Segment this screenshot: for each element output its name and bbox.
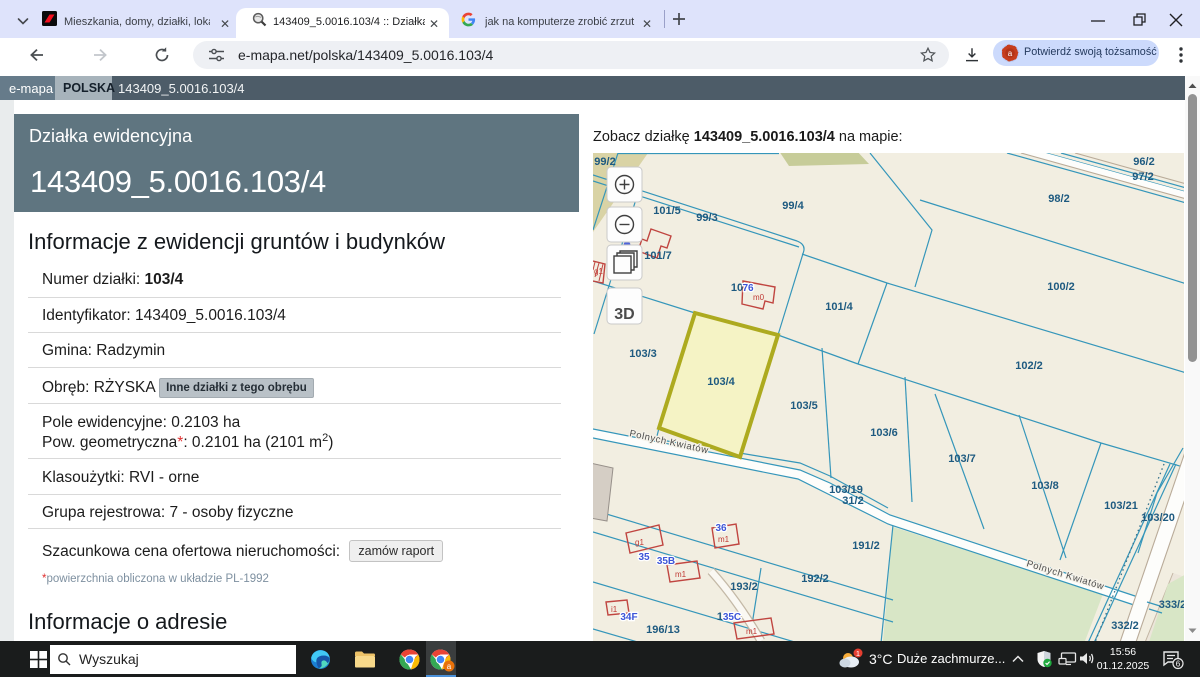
svg-text:96/2: 96/2 — [1133, 156, 1154, 168]
svg-text:1: 1 — [856, 649, 860, 658]
svg-text:m1: m1 — [718, 535, 730, 544]
svg-text:102/2: 102/2 — [1015, 360, 1043, 372]
svg-text:103/5: 103/5 — [790, 400, 818, 412]
svg-text:196/13: 196/13 — [646, 624, 680, 636]
svg-text:31/2: 31/2 — [842, 495, 863, 507]
svg-text:101/5: 101/5 — [653, 205, 681, 217]
svg-text:103/4: 103/4 — [707, 376, 735, 388]
svg-text:g1: g1 — [594, 267, 603, 276]
svg-text:a: a — [447, 662, 452, 671]
svg-text:332/2: 332/2 — [1111, 620, 1139, 632]
svg-text:35C: 35C — [723, 612, 741, 623]
svg-text:192/2: 192/2 — [801, 573, 829, 585]
svg-text:m1: m1 — [746, 627, 758, 636]
svg-text:103/6: 103/6 — [870, 427, 898, 439]
svg-text:101/4: 101/4 — [825, 301, 853, 313]
svg-text:76: 76 — [742, 283, 754, 294]
svg-text:103/7: 103/7 — [948, 453, 976, 465]
svg-text:103/21: 103/21 — [1104, 500, 1138, 512]
svg-text:99/2: 99/2 — [594, 156, 615, 168]
svg-text:103/20: 103/20 — [1141, 512, 1175, 524]
svg-text:35: 35 — [638, 552, 650, 563]
svg-text:35B: 35B — [657, 556, 675, 567]
svg-text:99/3: 99/3 — [696, 212, 717, 224]
svg-text:i1: i1 — [611, 605, 618, 614]
svg-text:191/2: 191/2 — [852, 540, 880, 552]
svg-text:10: 10 — [731, 282, 743, 294]
svg-text:97/2: 97/2 — [1132, 171, 1153, 183]
svg-text:103/3: 103/3 — [629, 348, 657, 360]
svg-text:103/8: 103/8 — [1031, 480, 1059, 492]
svg-text:3D: 3D — [614, 306, 634, 323]
svg-text:g1: g1 — [635, 538, 644, 547]
svg-text:333/2.: 333/2. — [1159, 599, 1184, 611]
svg-text:6: 6 — [1176, 660, 1181, 669]
svg-text:34F: 34F — [620, 612, 637, 623]
svg-text:98/2: 98/2 — [1048, 193, 1069, 205]
svg-text:100/2: 100/2 — [1047, 281, 1075, 293]
svg-text:m1: m1 — [675, 570, 687, 579]
svg-text:101/7: 101/7 — [644, 250, 672, 262]
svg-text:m0: m0 — [753, 293, 765, 302]
svg-text:193/2: 193/2 — [730, 581, 758, 593]
svg-text:36: 36 — [715, 523, 727, 534]
svg-text:99/4: 99/4 — [782, 200, 804, 212]
svg-text:a: a — [1008, 49, 1013, 58]
